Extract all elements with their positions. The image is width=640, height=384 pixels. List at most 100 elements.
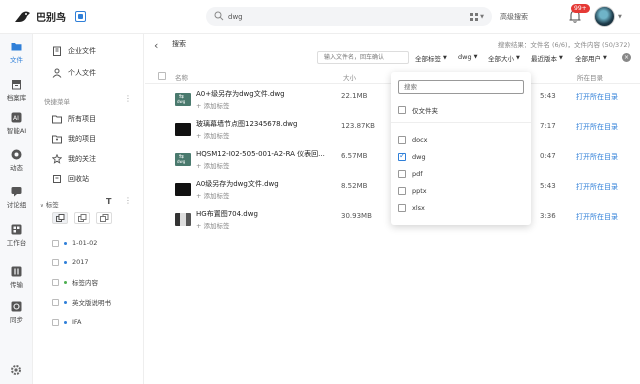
dropdown-option-xlsx[interactable]: xlsx: [398, 201, 425, 215]
option-checkbox[interactable]: [398, 187, 406, 195]
tag-item[interactable]: 标签内容: [52, 275, 142, 289]
file-time: 5:43: [540, 182, 556, 190]
option-checkbox[interactable]: [398, 106, 406, 114]
sidebar-item-enterprise-files[interactable]: 企业文件: [34, 42, 144, 60]
filter-label: dwg: [458, 53, 472, 61]
global-search-input[interactable]: [228, 9, 458, 24]
add-tag-button[interactable]: + 添加标签: [196, 130, 230, 140]
open-folder-link[interactable]: 打开所在目录: [576, 92, 618, 102]
file-time: 7:17: [540, 122, 556, 130]
option-checkbox[interactable]: [398, 136, 406, 144]
filter-type-dropdown[interactable]: dwg ▼: [458, 53, 477, 61]
dropdown-option-docx[interactable]: docx: [398, 133, 428, 147]
tag-item[interactable]: 英文版说明书: [52, 295, 142, 309]
filter-name-input[interactable]: [317, 51, 409, 64]
nav-item-transfer[interactable]: 传输: [0, 264, 33, 290]
open-folder-link[interactable]: 打开所在目录: [576, 122, 618, 132]
open-folder-link[interactable]: 打开所在目录: [576, 212, 618, 222]
select-all-checkbox[interactable]: [158, 72, 166, 80]
advanced-search-link[interactable]: 高级搜索: [500, 12, 528, 22]
tag-checkbox[interactable]: [52, 258, 59, 266]
more-icon[interactable]: ⋮: [124, 94, 132, 103]
filter-size-dropdown[interactable]: 全部大小 ▼: [488, 53, 520, 63]
column-header-location: 所在目录: [577, 74, 603, 82]
nav-item-sync[interactable]: 同步: [0, 299, 33, 325]
tag-checkbox[interactable]: [52, 278, 59, 286]
open-folder-link[interactable]: 打开所在目录: [576, 152, 618, 162]
column-header-name[interactable]: 名称: [175, 72, 188, 82]
option-checkbox-checked[interactable]: [398, 151, 406, 161]
file-name[interactable]: HG布置图704.dwg: [196, 209, 258, 219]
dropdown-search-input[interactable]: [398, 80, 524, 94]
workspace-switch-icon[interactable]: [75, 11, 86, 22]
dropdown-option-pptx[interactable]: pptx: [398, 184, 427, 198]
file-name[interactable]: A0+级另存为dwg文件.dwg: [196, 89, 285, 99]
caret-down-icon: ▼: [473, 54, 478, 60]
global-search-bar: ▼: [206, 7, 492, 26]
option-label: dwg: [412, 153, 426, 161]
tag-checkbox[interactable]: [52, 318, 59, 326]
sync-icon: [11, 301, 22, 312]
sidebar-item-recycle-bin[interactable]: 回收站: [34, 170, 144, 188]
user-folder-icon: [52, 135, 62, 144]
option-checkbox[interactable]: [398, 204, 406, 212]
tag-item[interactable]: 2017: [52, 255, 142, 269]
tags-heading[interactable]: ∨ 标签: [40, 199, 59, 209]
tag-copy-icon: [55, 214, 64, 222]
nav-item-discussion[interactable]: 讨论组: [0, 184, 33, 210]
sidebar-item-personal-files[interactable]: 个人文件: [34, 64, 144, 82]
tag-item[interactable]: IFA: [52, 315, 142, 329]
sidebar-item-my-projects[interactable]: 我的项目: [34, 130, 144, 148]
building-icon: [53, 46, 61, 56]
tag-item[interactable]: 1-01-02: [52, 236, 142, 250]
sidebar-item-all-projects[interactable]: 所有项目: [34, 110, 144, 128]
activity-icon: [11, 149, 22, 160]
main-content: ‹ 搜索 搜索结果：文件名 (6/6)，文件内容 (50/372) 全部标签▼ …: [145, 34, 640, 384]
tag-label: 2017: [72, 258, 89, 266]
tag-view-tab-grid[interactable]: [74, 212, 90, 224]
tag-checkbox[interactable]: [52, 239, 59, 247]
tag-copy-icon: [99, 214, 108, 222]
sidebar-item-my-favorites[interactable]: 我的关注: [34, 150, 144, 168]
back-chevron-icon[interactable]: ‹: [154, 39, 158, 52]
filter-version-dropdown[interactable]: 最近版本 ▼: [531, 53, 563, 63]
nav-item-activity[interactable]: 动态: [0, 147, 33, 173]
add-tag-button[interactable]: + 添加标签: [196, 220, 230, 230]
filter-user-dropdown[interactable]: 全部用户 ▼: [575, 53, 607, 63]
drawing-thumbnail: [175, 213, 191, 226]
dropdown-option-pdf[interactable]: pdf: [398, 167, 423, 181]
nav-item-ai[interactable]: AI 智能AI: [0, 110, 33, 136]
file-name[interactable]: HQSM12-I02-505-001-A2-RA 仪表回...: [196, 149, 325, 159]
dropdown-option-folder-only[interactable]: 仅文件夹: [398, 103, 438, 117]
avatar[interactable]: [594, 6, 615, 27]
nav-item-workbench[interactable]: 工作台: [0, 222, 33, 248]
more-icon[interactable]: ⋮: [124, 196, 132, 205]
nav-item-archive[interactable]: 档案库: [0, 77, 33, 103]
column-header-size[interactable]: 大小: [343, 72, 356, 82]
add-tag-button[interactable]: + 添加标签: [196, 160, 230, 170]
option-checkbox[interactable]: [398, 170, 406, 178]
app-logo[interactable]: 巴别鸟: [14, 9, 66, 24]
text-format-icon[interactable]: T: [106, 197, 111, 206]
tag-view-tab-list[interactable]: [52, 212, 68, 224]
chat-icon: [11, 187, 22, 197]
filter-tags-dropdown[interactable]: 全部标签 ▼: [415, 53, 447, 63]
chevron-down-icon[interactable]: ▼: [618, 14, 622, 20]
file-size: 30.93MB: [341, 212, 372, 220]
tag-checkbox[interactable]: [52, 298, 59, 306]
nav-item-files[interactable]: 文件: [0, 39, 33, 65]
add-tag-button[interactable]: + 添加标签: [196, 100, 230, 110]
file-name[interactable]: 玻璃幕墙节点图12345678.dwg: [196, 119, 297, 129]
workbench-icon: [11, 224, 22, 235]
settings-gear-icon[interactable]: [10, 364, 22, 376]
dropdown-option-dwg[interactable]: dwg: [398, 150, 426, 164]
file-name[interactable]: A0级另存为dwg文件.dwg: [196, 179, 279, 189]
nav-label: 档案库: [6, 94, 27, 102]
caret-down-icon: ▼: [443, 55, 447, 61]
add-tag-button[interactable]: + 添加标签: [196, 190, 230, 200]
clear-filters-icon[interactable]: ×: [622, 53, 631, 62]
open-folder-link[interactable]: 打开所在目录: [576, 182, 618, 192]
tag-color-dot: [64, 300, 67, 304]
tag-view-tab-tree[interactable]: [96, 212, 112, 224]
search-scope-select[interactable]: ▼: [464, 11, 490, 22]
